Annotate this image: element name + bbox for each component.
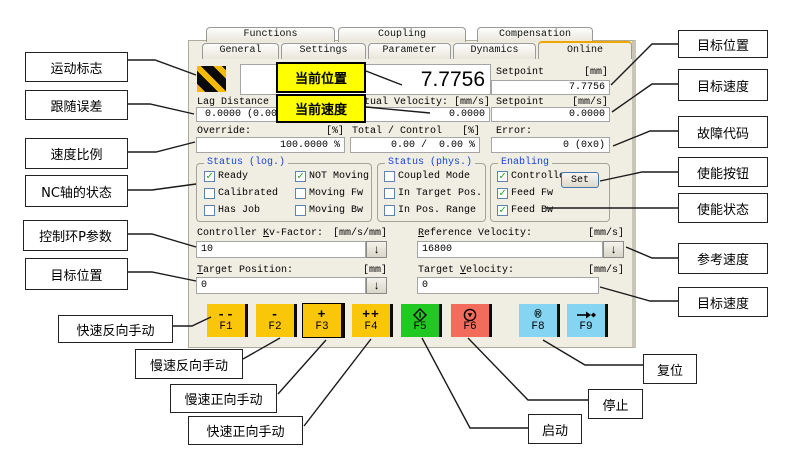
reset-button[interactable]: ® F8 <box>519 304 560 337</box>
callout-target-position-left: 目标位置 <box>25 258 128 290</box>
tab-parameter[interactable]: Parameter <box>368 43 451 59</box>
callout-jog-fast-forward: 快速正向手动 <box>188 416 303 445</box>
plus-plus-glyph: ++ <box>362 309 380 321</box>
tab-settings[interactable]: Settings <box>281 43 366 59</box>
callout-stop: 停止 <box>588 389 643 419</box>
jog-fast-forward-button[interactable]: ++ F4 <box>352 304 393 337</box>
callout-velocity-override: 速度比例 <box>25 138 128 169</box>
minus-minus-glyph: -- <box>217 309 235 321</box>
setpoint-position-unit: [mm] <box>584 67 608 78</box>
tab-coupling[interactable]: Coupling <box>338 27 466 42</box>
callout-jog-slow-backward: 慢速反向手动 <box>135 349 243 379</box>
checkbox-feed-fw[interactable]: ✓ <box>497 188 508 199</box>
checkbox-in-pos-range[interactable] <box>384 205 395 216</box>
callout-setpoint-velocity: 目标速度 <box>678 69 768 101</box>
checkbox-moving-bw[interactable] <box>295 205 306 216</box>
tab-online[interactable]: Online <box>538 41 632 59</box>
goto-target-button[interactable]: F9 <box>567 304 608 337</box>
checkbox-in-target-pos[interactable] <box>384 188 395 199</box>
current-velocity-highlight: 当前速度 <box>276 94 366 123</box>
reference-velocity-input[interactable]: 16800 <box>417 241 603 258</box>
down-arrow-icon: ↓ <box>373 279 380 293</box>
total-control-field: 0.00 / 0.00 % <box>350 137 480 153</box>
stop-icon <box>463 308 477 321</box>
tab-general[interactable]: General <box>202 43 279 59</box>
callout-enable-button: 使能按钮 <box>678 157 768 187</box>
override-field: 100.0000 % <box>196 137 345 153</box>
callout-error-code: 故障代码 <box>678 116 768 148</box>
down-arrow-icon: ↓ <box>610 243 617 257</box>
callout-following-error: 跟随误差 <box>25 90 128 120</box>
callout-reference-velocity: 参考速度 <box>678 243 768 274</box>
tab-compensation[interactable]: Compensation <box>477 27 593 42</box>
controller-kv-download-button[interactable]: ↓ <box>366 241 387 258</box>
callout-control-loop-p: 控制环P参数 <box>23 220 128 251</box>
controller-kv-input[interactable]: 10 <box>196 241 366 258</box>
reference-velocity-label: Reference Velocity: <box>418 228 532 239</box>
error-field: 0 (0x0) <box>491 137 610 153</box>
target-velocity-input[interactable]: 0 <box>417 277 599 294</box>
plus-glyph: + <box>318 309 327 321</box>
start-icon <box>413 308 427 321</box>
controller-kv-label: Controller Kv-Factor: <box>197 228 323 239</box>
checkbox-ready[interactable]: ✓ <box>204 171 215 182</box>
checkbox-coupled-mode[interactable] <box>384 171 395 182</box>
reference-velocity-unit: [mm/s] <box>588 228 624 239</box>
checkbox-feed-bw[interactable]: ✓ <box>497 205 508 216</box>
callout-jog-slow-forward: 慢速正向手动 <box>170 384 277 413</box>
setpoint-position-field: 7.7756 <box>491 80 610 95</box>
total-control-label: Total / Control <box>352 126 442 137</box>
motion-flag-icon <box>197 66 226 92</box>
total-control-unit: [%] <box>462 126 480 137</box>
callout-enable-status: 使能状态 <box>678 193 768 223</box>
error-label: Error: <box>496 126 532 137</box>
checkbox-not-moving[interactable]: ✓ <box>295 171 306 182</box>
down-arrow-icon: ↓ <box>373 243 380 257</box>
tab-dynamics[interactable]: Dynamics <box>453 43 536 59</box>
checkbox-controller-enable[interactable]: ✓ <box>497 171 508 182</box>
target-position-download-button[interactable]: ↓ <box>366 277 387 294</box>
status-log-title: Status (log.) <box>204 157 288 168</box>
callout-nc-axis-status: NC轴的状态 <box>25 175 128 207</box>
jog-fast-backward-button[interactable]: -- F1 <box>207 304 248 337</box>
jog-slow-forward-button[interactable]: + F3 <box>303 304 344 337</box>
target-position-unit: [mm] <box>363 265 387 276</box>
current-position-highlight: 当前位置 <box>276 62 366 93</box>
stop-button[interactable]: F6 <box>451 304 492 337</box>
jog-slow-backward-button[interactable]: - F2 <box>256 304 297 337</box>
checkbox-moving-fw[interactable] <box>295 188 306 199</box>
callout-start: 启动 <box>528 414 582 444</box>
reset-icon: ® <box>534 309 541 321</box>
reference-velocity-download-button[interactable]: ↓ <box>603 241 624 258</box>
annotated-nc-axis-online-screenshot: Functions Coupling Compensation General … <box>0 0 795 471</box>
callout-jog-fast-backward: 快速反向手动 <box>58 315 173 343</box>
target-position-input[interactable]: 0 <box>196 277 366 294</box>
callout-motion-flag: 运动标志 <box>25 52 128 82</box>
set-enable-button[interactable]: Set <box>561 172 599 188</box>
enabling-title: Enabling <box>498 157 552 168</box>
setpoint-position-label: Setpoint <box>496 67 544 78</box>
minus-glyph: - <box>271 309 280 321</box>
target-velocity-unit: [mm/s] <box>588 265 624 276</box>
callout-target-velocity: 目标速度 <box>678 287 768 317</box>
target-velocity-label: Target Velocity: <box>418 265 514 276</box>
override-unit: [%] <box>326 126 344 137</box>
callout-setpoint-position: 目标位置 <box>678 30 768 58</box>
start-button[interactable]: F5 <box>401 304 442 337</box>
status-phys-title: Status (phys.) <box>385 157 475 168</box>
setpoint-velocity-field: 0.0000 <box>491 107 610 122</box>
controller-kv-unit: [mm/s/mm] <box>333 228 387 239</box>
tab-functions[interactable]: Functions <box>206 27 335 42</box>
target-position-label: Target Position: <box>197 265 293 276</box>
checkbox-has-job[interactable] <box>204 205 215 216</box>
callout-reset: 复位 <box>643 354 697 384</box>
override-label: Override: <box>197 126 251 137</box>
checkbox-calibrated[interactable] <box>204 188 215 199</box>
goto-icon <box>576 308 596 321</box>
